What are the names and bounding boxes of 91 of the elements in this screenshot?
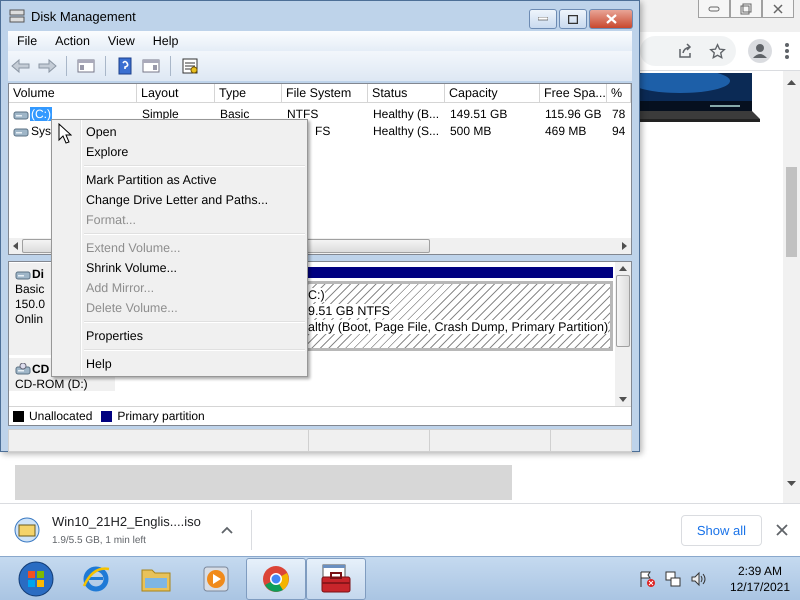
down-arrow-icon [619, 397, 627, 402]
browser-icon [81, 564, 111, 594]
taskbar-button[interactable] [306, 558, 366, 600]
disc-image-icon [14, 517, 40, 543]
app-icon [9, 9, 25, 23]
table-cell: 115.96 GB [544, 106, 602, 120]
column-header[interactable]: Free Spa... [540, 84, 607, 102]
chevron-up-icon[interactable] [220, 526, 233, 534]
column-header[interactable]: Status [368, 84, 445, 102]
menu-item[interactable]: Help [144, 34, 188, 48]
disk-info: CD-ROM (D:) [15, 377, 88, 391]
scrollbar-thumb[interactable] [786, 167, 797, 257]
context-menu-item[interactable]: Shrink Volume... [52, 258, 307, 278]
context-menu-item[interactable]: Change Drive Letter and Paths... [52, 190, 307, 210]
network-icon[interactable] [664, 570, 682, 588]
table-cell: Healthy (B... [372, 106, 440, 120]
maximize-icon [568, 14, 578, 24]
close-icon [606, 14, 616, 24]
table-cell: Healthy (S... [372, 124, 440, 138]
restore-icon [740, 2, 752, 14]
table-cell: 94 [611, 124, 626, 138]
table-cell: 469 MB [544, 124, 588, 138]
address-bar[interactable] [640, 36, 736, 66]
disk-info: Basic [15, 282, 44, 296]
context-menu-item[interactable]: Open [52, 122, 307, 142]
table-cell: FS [314, 124, 332, 138]
column-header[interactable]: % [607, 84, 631, 102]
column-header[interactable]: Volume [9, 84, 137, 102]
table-cell: Simple [141, 106, 180, 120]
legend-label: Primary partition [117, 409, 205, 423]
star-icon[interactable] [709, 42, 726, 60]
column-header[interactable]: File System [282, 84, 368, 102]
minimize-button[interactable] [529, 9, 557, 29]
left-arrow-icon [13, 242, 18, 250]
start-orb-icon [18, 560, 54, 596]
table-cell: NTFS [286, 106, 320, 120]
table-cell: Basic [219, 106, 250, 120]
context-menu-item[interactable]: Mark Partition as Active [52, 170, 307, 190]
disk-name: Di [32, 267, 44, 281]
up-arrow-icon [787, 79, 796, 85]
column-header[interactable]: Type [215, 84, 282, 102]
scrollbar[interactable] [783, 71, 800, 503]
media-player-icon [202, 564, 230, 592]
menu-item[interactable]: View [98, 34, 144, 48]
partition-info: 9.51 GB NTFS [308, 304, 390, 318]
clock-date: 12/17/2021 [730, 580, 790, 594]
menu-icon[interactable] [784, 42, 790, 60]
disk-name: CD [32, 362, 50, 376]
download-status: 1.9/5.5 GB, 1 min left [52, 535, 147, 546]
cd-drive-icon [15, 363, 31, 375]
file-name: Win10_21H2_Englis....iso [52, 514, 201, 529]
menu-item[interactable]: File [8, 34, 46, 48]
toolbox-icon [319, 562, 353, 594]
close-icon[interactable] [776, 524, 788, 536]
disk-info: 150.0 [15, 297, 46, 311]
chrome-icon [261, 564, 291, 594]
table-cell: 500 MB [449, 124, 492, 138]
volume-icon[interactable] [690, 570, 708, 588]
down-arrow-icon [787, 481, 796, 487]
close-icon [772, 2, 784, 14]
table-cell[interactable]: Sys [30, 124, 52, 138]
disk-info: Onlin [15, 312, 44, 326]
cursor-icon [58, 123, 72, 144]
vertical-scrollbar[interactable] [615, 262, 631, 406]
partition-info: althy (Boot, Page File, Crash Dump, Primary Partition) [308, 320, 608, 334]
context-menu-item[interactable]: Explore [52, 142, 307, 162]
minimize-icon [538, 17, 548, 21]
clock-time: 2:39 AM [738, 564, 782, 578]
window-title: Disk Management [31, 8, 136, 24]
share-icon[interactable] [677, 43, 693, 59]
avatar-icon[interactable] [748, 39, 772, 63]
maximize-button[interactable] [559, 9, 587, 29]
restore-button[interactable] [730, 0, 762, 18]
flag-icon[interactable] [638, 570, 656, 588]
table-cell: 149.51 GB [449, 106, 508, 120]
up-arrow-icon [619, 266, 627, 271]
right-arrow-icon [622, 242, 627, 250]
menu-item[interactable]: Action [46, 34, 99, 48]
minimize-icon [708, 6, 720, 12]
back-icon[interactable] [10, 56, 32, 76]
column-header[interactable]: Layout [137, 84, 215, 102]
close-button[interactable] [589, 9, 633, 29]
partition-info: C:) [308, 288, 325, 302]
column-header[interactable]: Capacity [445, 84, 540, 102]
show-all-button[interactable]: Show all [680, 514, 762, 546]
table-cell: 78 [611, 106, 626, 120]
forward-icon[interactable] [36, 56, 58, 76]
legend-label: Unallocated [29, 409, 92, 423]
context-menu-item[interactable]: Help [52, 354, 307, 374]
minimize-button[interactable] [698, 0, 730, 18]
close-button[interactable] [762, 0, 794, 18]
